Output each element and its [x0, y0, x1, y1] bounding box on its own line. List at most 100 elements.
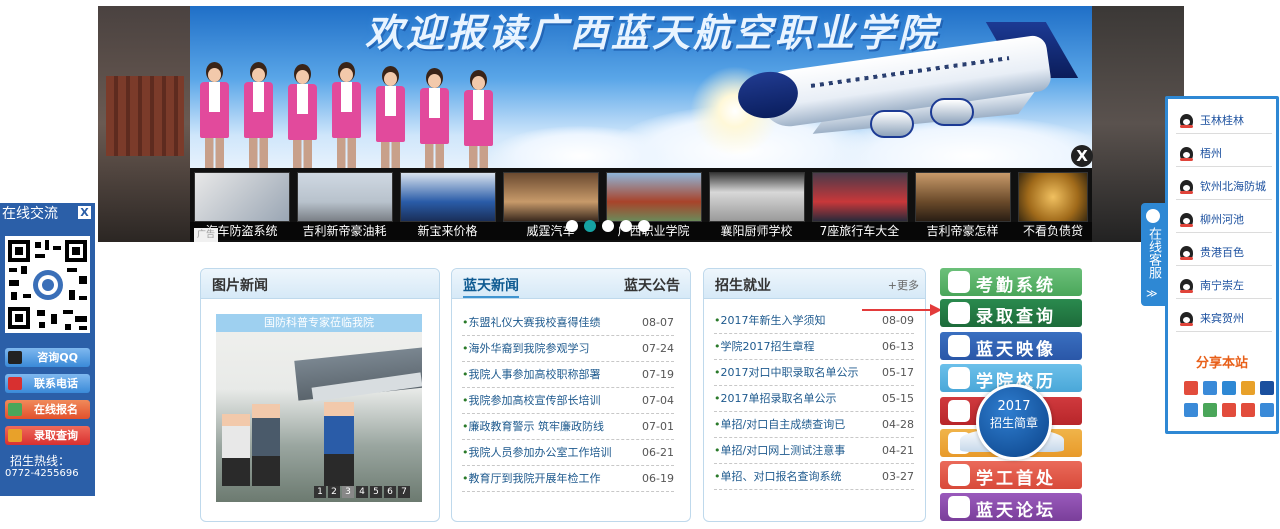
ad-thumb[interactable]	[297, 172, 393, 222]
attendance-system-button[interactable]: 考勤系统	[940, 268, 1082, 296]
qq-link[interactable]: 来宾贺州	[1176, 306, 1272, 332]
share-icon[interactable]	[1260, 381, 1274, 395]
list-item[interactable]: •东盟礼仪大赛我校喜得佳绩 08-07	[462, 310, 674, 336]
search-icon	[948, 302, 970, 324]
share-icon[interactable]	[1241, 403, 1255, 417]
lantian-image-button[interactable]: 蓝天映像	[940, 332, 1082, 360]
qq-link[interactable]: 柳州河池	[1176, 207, 1272, 233]
news-photo[interactable]: 国防科普专家莅临我院 1 2 3 4 5 6 7	[216, 314, 422, 502]
list-item[interactable]: •廉政教育警示 筑牢廉政防线 07-01	[462, 414, 674, 440]
list-item[interactable]: •我院人员参加办公室工作培训 06-21	[462, 440, 674, 466]
qq-link[interactable]: 梧州	[1176, 141, 1272, 167]
carousel-dot[interactable]	[620, 220, 632, 232]
photo-caption: 国防科普专家莅临我院	[216, 314, 422, 332]
qq-link[interactable]: 钦州北海防城	[1176, 174, 1272, 200]
share-title: 分享本站	[1195, 356, 1248, 371]
ad-label[interactable]: 吉利帝豪怎样	[911, 222, 1014, 240]
share-icon[interactable]	[1203, 381, 1217, 395]
photo-page[interactable]: 6	[384, 486, 396, 498]
admission-panel: 招生就业 +更多 •2017年新生入学须知 08-09 •学院2017招生章程 06…	[703, 268, 926, 522]
student-affairs-button[interactable]: 学工首处	[940, 461, 1082, 489]
qq-link[interactable]: 玉林桂林	[1176, 108, 1272, 134]
ad-thumb[interactable]	[1018, 172, 1088, 222]
list-item[interactable]: •海外华裔到我院参观学习 07-24	[462, 336, 674, 362]
qq-link[interactable]: 南宁崇左	[1176, 273, 1272, 299]
ad-label[interactable]: 不看负债贷	[1014, 222, 1092, 240]
qq-link[interactable]: 贵港百色	[1176, 240, 1272, 266]
ad-thumb[interactable]	[812, 172, 908, 222]
qq-icon	[1180, 246, 1193, 260]
top-banner: 欢迎报读广西蓝天航空职业学院 汽车防盗系统 吉利新帝豪油耗 新宝来价格 威霆汽车…	[98, 6, 1184, 242]
close-ad-icon[interactable]: X	[1071, 145, 1093, 167]
panel-title: 招生就业	[715, 278, 771, 294]
badge-year: 2017	[997, 399, 1031, 414]
button-label: 在线报名	[34, 403, 78, 416]
share-icon[interactable]	[1222, 381, 1236, 395]
list-item[interactable]: •我院参加高校宣传部长培训 07-04	[462, 388, 674, 414]
photo-page-active[interactable]: 3	[342, 486, 354, 498]
list-item[interactable]: •单招、对口报名查询系统 03-27	[714, 464, 914, 490]
ad-thumb[interactable]	[709, 172, 805, 222]
carousel-dot[interactable]	[602, 220, 614, 232]
list-item[interactable]: •学院2017招生章程 06-13	[714, 334, 914, 360]
consult-qq-button[interactable]: 咨询QQ	[5, 348, 90, 367]
list-item[interactable]: •我院人事参加高校职称部署 07-19	[462, 362, 674, 388]
admission-query-button[interactable]: 录取查询	[5, 426, 90, 445]
ad-thumb[interactable]	[606, 172, 702, 222]
panel-title: 图片新闻	[212, 278, 268, 294]
expand-icon: ≫	[1146, 287, 1158, 300]
share-icon[interactable]	[1184, 403, 1198, 417]
thumb-icon	[8, 429, 22, 442]
photo-page[interactable]: 1	[314, 486, 326, 498]
share-icon[interactable]	[1184, 381, 1198, 395]
admission-brochure-badge[interactable]: 2017 招生简章	[960, 384, 1066, 464]
list-item[interactable]: •2017年新生入学须知 08-09	[714, 308, 914, 334]
photo-page[interactable]: 5	[370, 486, 382, 498]
hotline-label: 招生热线：	[10, 454, 71, 468]
banner-sky: 欢迎报读广西蓝天航空职业学院	[190, 6, 1092, 168]
photo-page[interactable]: 7	[398, 486, 410, 498]
ad-label[interactable]: 7座旅行车大全	[808, 222, 911, 240]
right-float-panel: 玉林桂林 梧州 钦州北海防城 柳州河池 贵港百色 南宁崇左 来宾贺州 分享本站	[1165, 96, 1279, 434]
share-icon[interactable]	[1260, 403, 1274, 417]
badge-text: 招生简章	[989, 416, 1038, 430]
qq-icon	[8, 351, 22, 364]
carousel-dot[interactable]	[566, 220, 578, 232]
ad-thumb[interactable]	[915, 172, 1011, 222]
ad-thumb[interactable]	[503, 172, 599, 222]
tab-lantian-notice[interactable]: 蓝天公告	[624, 275, 680, 295]
close-icon[interactable]: X	[78, 206, 91, 219]
ad-label[interactable]: 吉利新帝豪油耗	[293, 222, 396, 240]
ad-tag: 广告	[194, 228, 218, 242]
carousel-dot-active[interactable]	[584, 220, 596, 232]
qq-icon	[1180, 279, 1193, 293]
admission-query-link[interactable]: 录取查询	[940, 299, 1082, 327]
contact-phone-button[interactable]: 联系电话	[5, 374, 90, 393]
service-icon	[1146, 209, 1160, 223]
ad-label[interactable]: 襄阳厨师学校	[705, 222, 808, 240]
list-item[interactable]: •2017对口中职录取名单公示 05-17	[714, 360, 914, 386]
tab-lantian-news[interactable]: 蓝天新闻	[463, 275, 519, 298]
online-apply-button[interactable]: 在线报名	[5, 400, 90, 419]
button-label: 联系电话	[34, 377, 78, 390]
left-float-panel: 在线交流 X 咨询QQ 联系电话 在线报名 录取查询 招生热线： 0772-42…	[0, 203, 95, 496]
photo-page[interactable]: 2	[328, 486, 340, 498]
list-item[interactable]: •单招/对口网上测试注意事 04-21	[714, 438, 914, 464]
carousel-dot[interactable]	[638, 220, 650, 232]
share-icon[interactable]	[1203, 403, 1217, 417]
more-link[interactable]: +更多	[888, 277, 919, 293]
share-icon[interactable]	[1241, 381, 1255, 395]
online-service-tab[interactable]: 在线客服 ≫	[1141, 203, 1165, 306]
ad-label[interactable]: 广西职业学院	[602, 222, 705, 240]
lantian-forum-button[interactable]: 蓝天论坛	[940, 493, 1082, 521]
list-item[interactable]: •2017单招录取名单公示 05-15	[714, 386, 914, 412]
button-label: 录取查询	[34, 429, 78, 442]
list-item[interactable]: •教育厅到我院开展年检工作 06-19	[462, 466, 674, 492]
photo-page[interactable]: 4	[356, 486, 368, 498]
pointer-arrow	[862, 304, 942, 316]
ad-thumb[interactable]	[194, 172, 290, 222]
list-item[interactable]: •单招/对口自主成绩查询已 04-28	[714, 412, 914, 438]
ad-thumb[interactable]	[400, 172, 496, 222]
ad-label[interactable]: 新宝来价格	[396, 222, 499, 240]
share-icon[interactable]	[1222, 403, 1236, 417]
